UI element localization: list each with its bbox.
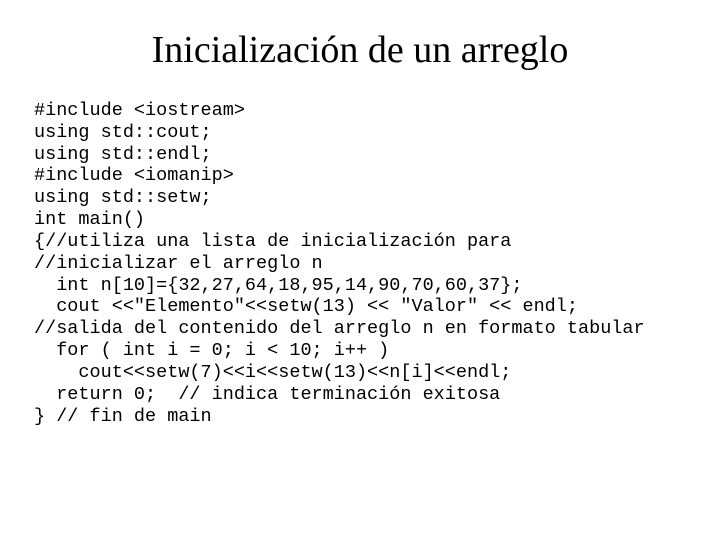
- slide-title: Inicialización de un arreglo: [34, 28, 686, 72]
- slide: Inicialización de un arreglo #include <i…: [0, 0, 720, 540]
- code-block: #include <iostream> using std::cout; usi…: [34, 100, 686, 427]
